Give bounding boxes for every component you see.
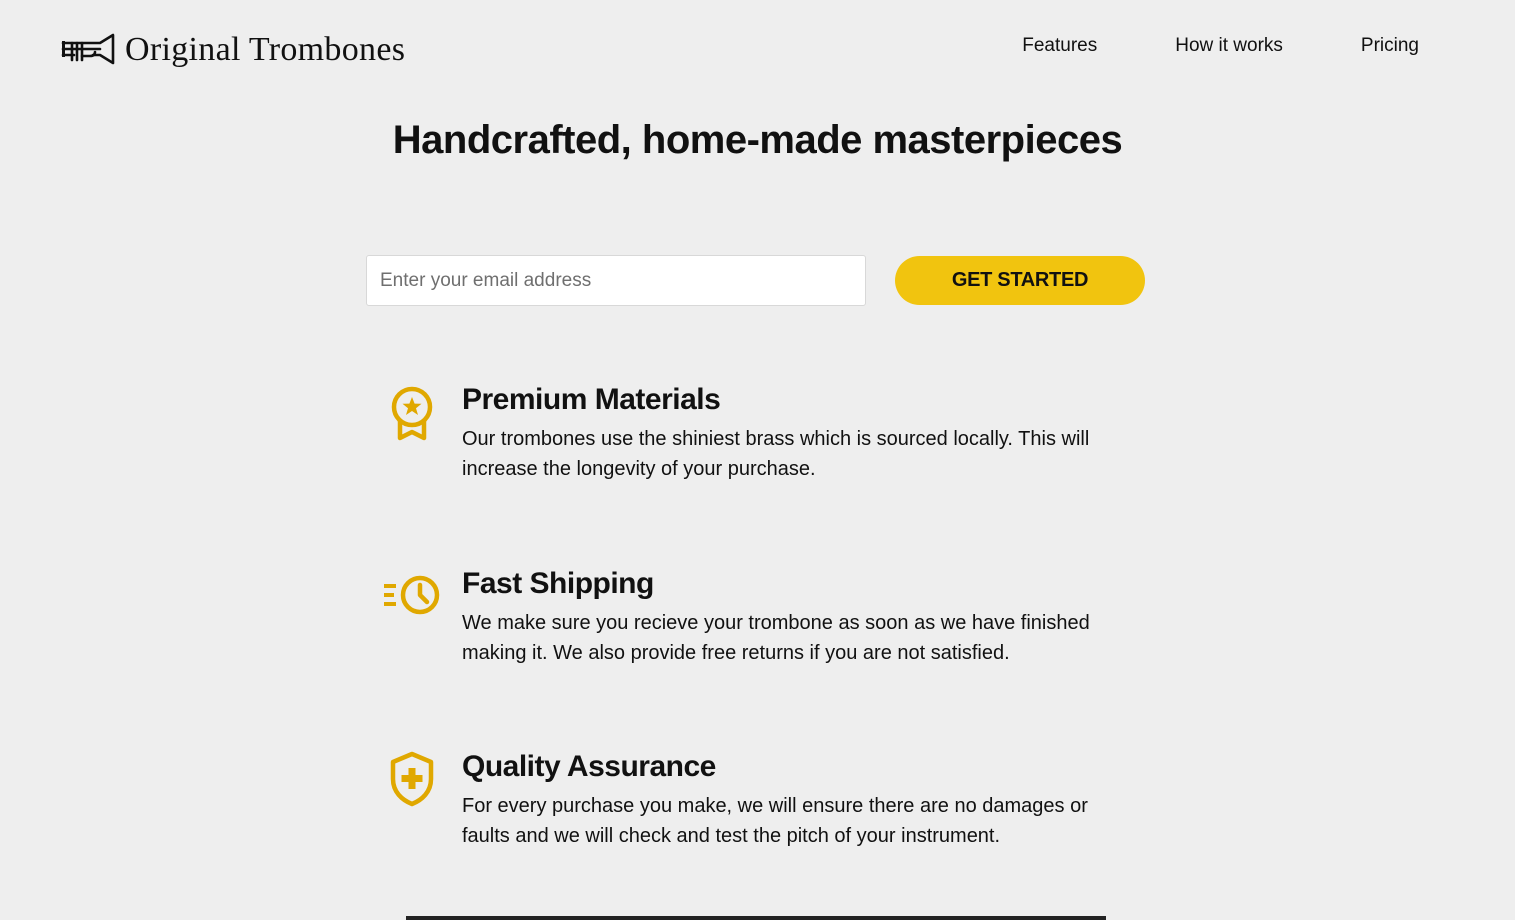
feature-description: Our trombones use the shiniest brass whi… xyxy=(462,428,1090,480)
feature-title: Fast Shipping xyxy=(462,567,654,600)
hero-title: Handcrafted, home-made masterpieces xyxy=(392,118,1123,162)
video-section-edge xyxy=(406,916,1106,920)
feature-description: We make sure you recieve your trombone a… xyxy=(462,612,1090,664)
shield-plus-icon xyxy=(390,751,434,807)
get-started-button[interactable]: GET STARTED xyxy=(895,256,1145,305)
feature-title: Premium Materials xyxy=(462,383,721,416)
nav-link-how-it-works[interactable]: How it works xyxy=(1175,30,1283,62)
signup-form: GET STARTED xyxy=(366,255,1146,306)
landing-page: Original Trombones Features How it works… xyxy=(0,0,1515,920)
email-input[interactable] xyxy=(366,255,866,306)
brand-name: Original Trombones xyxy=(125,31,406,68)
feature-title: Quality Assurance xyxy=(462,750,716,783)
main-nav: Features How it works Pricing xyxy=(944,30,1419,62)
brand-logo[interactable]: Original Trombones xyxy=(60,30,405,70)
fast-shipping-clock-icon xyxy=(384,575,440,615)
feature-description: For every purchase you make, we will ens… xyxy=(462,795,1088,847)
nav-link-features[interactable]: Features xyxy=(1022,30,1097,62)
site-header: Original Trombones Features How it works… xyxy=(0,0,1515,95)
award-medal-icon xyxy=(391,386,433,441)
trombone-icon xyxy=(61,33,115,65)
nav-link-pricing[interactable]: Pricing xyxy=(1361,30,1419,62)
